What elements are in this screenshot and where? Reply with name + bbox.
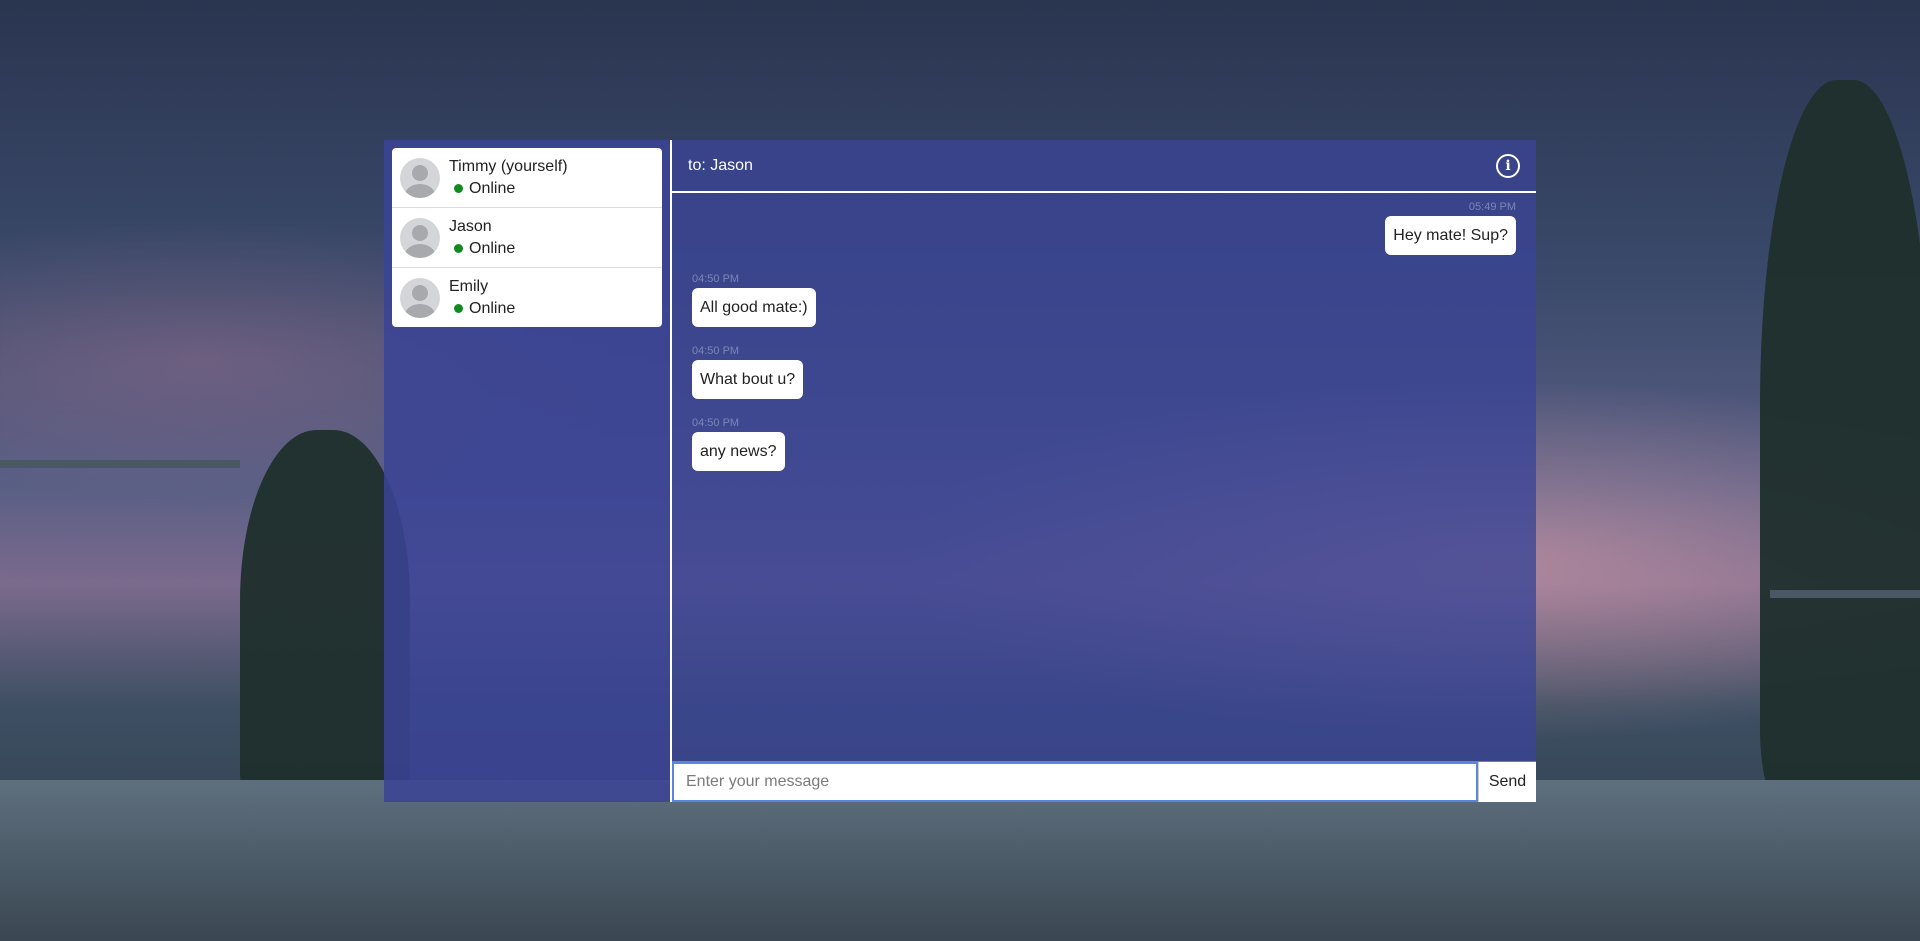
- contact-status: Online: [449, 238, 515, 260]
- message-bubble: Hey mate! Sup?: [1385, 216, 1516, 255]
- message-list: 05:49 PM Hey mate! Sup? 04:50 PM All goo…: [672, 193, 1536, 761]
- railing-right: [1770, 590, 1920, 598]
- chat-panel: to: Jason i 05:49 PM Hey mate! Sup? 04:5…: [672, 140, 1536, 802]
- contact-item[interactable]: Jason Online: [392, 208, 662, 268]
- message-time: 04:50 PM: [692, 345, 740, 357]
- online-dot-icon: [454, 244, 463, 253]
- contact-item[interactable]: Timmy (yourself) Online: [392, 148, 662, 208]
- message-time: 04:50 PM: [692, 417, 740, 429]
- message-item: 05:49 PM Hey mate! Sup?: [692, 201, 1516, 255]
- user-avatar-icon: [400, 157, 440, 198]
- contacts-sidebar: Timmy (yourself) Online Jason Online Emi…: [384, 140, 670, 802]
- message-bubble: What bout u?: [692, 360, 804, 399]
- user-avatar-icon: [400, 217, 440, 258]
- message-bubble: any news?: [692, 432, 785, 471]
- message-composer: Send: [672, 761, 1536, 802]
- contact-status: Online: [449, 298, 515, 320]
- message-item: 04:50 PM All good mate:): [692, 273, 1516, 327]
- chat-app: Timmy (yourself) Online Jason Online Emi…: [384, 140, 1536, 802]
- online-dot-icon: [454, 184, 463, 193]
- info-icon[interactable]: i: [1496, 153, 1520, 178]
- message-time: 04:50 PM: [692, 273, 740, 285]
- status-label: Online: [469, 299, 516, 317]
- online-dot-icon: [454, 304, 463, 313]
- chat-header: to: Jason i: [672, 140, 1536, 193]
- tree-right: [1760, 80, 1920, 800]
- message-time: 05:49 PM: [1468, 201, 1516, 213]
- message-bubble: All good mate:): [692, 288, 816, 327]
- contact-name: Emily: [449, 277, 489, 295]
- status-label: Online: [469, 179, 516, 197]
- contact-list: Timmy (yourself) Online Jason Online Emi…: [392, 148, 662, 327]
- contact-item[interactable]: Emily Online: [392, 268, 662, 327]
- message-item: 04:50 PM any news?: [692, 417, 1516, 471]
- railing-left: [0, 460, 240, 468]
- contact-name: Timmy (yourself): [449, 157, 568, 175]
- contact-name: Jason: [449, 217, 492, 235]
- message-item: 04:50 PM What bout u?: [692, 345, 1516, 399]
- bridge-floor: [0, 780, 1920, 941]
- message-input[interactable]: [672, 762, 1478, 802]
- contact-status: Online: [449, 178, 568, 200]
- status-label: Online: [469, 239, 516, 257]
- send-button[interactable]: Send: [1478, 762, 1536, 802]
- chat-recipient: to: Jason: [688, 156, 753, 174]
- user-avatar-icon: [400, 277, 440, 318]
